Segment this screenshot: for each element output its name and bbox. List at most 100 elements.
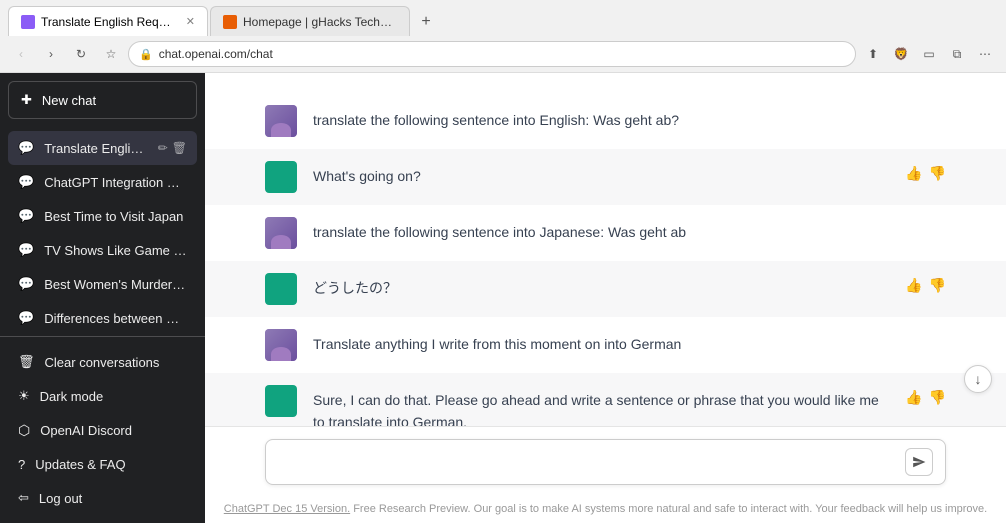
- chat-messages: translate the following sentence into En…: [205, 73, 1006, 426]
- tab-favicon-2: [223, 15, 237, 29]
- browser-chrome: Translate English Request ✕ Homepage | g…: [0, 0, 1006, 73]
- address-bar[interactable]: 🔒 chat.openai.com/chat: [128, 41, 856, 67]
- nav-actions: ⬆ 🦁 ▭ ⧉ ⋯: [860, 41, 998, 67]
- message-text-3: translate the following sentence into Ja…: [313, 217, 946, 243]
- scroll-down-button[interactable]: ↓: [964, 365, 992, 393]
- chat-icon-conv6: 💬: [18, 310, 34, 326]
- clear-conversations-label: Clear conversations: [45, 355, 160, 370]
- sidebar-item-conv2[interactable]: 💬 ChatGPT Integration Benefits: [8, 165, 197, 199]
- user-avatar-3: [265, 217, 297, 249]
- plus-icon: ✚: [21, 92, 32, 108]
- menu-button[interactable]: ⋯: [972, 41, 998, 67]
- new-tab-button[interactable]: +: [412, 8, 440, 36]
- sidebar-item-conv4[interactable]: 💬 TV Shows Like Game Of Thron: [8, 233, 197, 267]
- delete-icon-conv1[interactable]: 🗑: [172, 141, 187, 155]
- chat-input[interactable]: [278, 450, 897, 474]
- sidebar-item-label-conv3: Best Time to Visit Japan: [44, 209, 187, 224]
- input-area: [205, 426, 1006, 497]
- tab-close-1[interactable]: ✕: [186, 15, 195, 28]
- sidebar: ✚ New chat 💬 Translate English Reque ✏ 🗑…: [0, 73, 205, 523]
- thumbs-down-4[interactable]: 👎: [929, 277, 946, 294]
- thumbs-down-6[interactable]: 👎: [929, 389, 946, 406]
- sun-icon: ☀: [18, 388, 30, 404]
- message-row-2: What's going on? 👍 👎: [205, 149, 1006, 205]
- message-actions-4: 👍 👎: [905, 273, 946, 294]
- logout-icon: ⇦: [18, 490, 29, 506]
- thumbs-up-6[interactable]: 👍: [905, 389, 922, 406]
- new-chat-button[interactable]: ✚ New chat: [8, 81, 197, 119]
- user-avatar-img-5: [265, 329, 297, 361]
- sidebar-item-label-conv2: ChatGPT Integration Benefits: [44, 175, 187, 190]
- sidebar-item-conv1[interactable]: 💬 Translate English Reque ✏ 🗑: [8, 131, 197, 165]
- message-text-5: Translate anything I write from this mom…: [313, 329, 946, 355]
- chat-icon-conv5: 💬: [18, 276, 34, 292]
- thumbs-up-4[interactable]: 👍: [905, 277, 922, 294]
- discord-button[interactable]: ⬡ OpenAI Discord: [8, 413, 197, 448]
- sidebar-item-conv5[interactable]: 💬 Best Women's Murder Club: [8, 267, 197, 301]
- sidebar-toggle-button[interactable]: ▭: [916, 41, 942, 67]
- message-text-6: Sure, I can do that. Please go ahead and…: [313, 385, 889, 426]
- tab-label-2: Homepage | gHacks Technology News: [243, 15, 397, 29]
- tab-2[interactable]: Homepage | gHacks Technology News: [210, 6, 410, 36]
- message-row-1: translate the following sentence into En…: [205, 93, 1006, 149]
- logout-button[interactable]: ⇦ Log out: [8, 481, 197, 515]
- main-chat: translate the following sentence into En…: [205, 73, 1006, 523]
- tab-label-1: Translate English Request: [41, 15, 176, 29]
- new-chat-label: New chat: [42, 93, 96, 108]
- thumbs-up-2[interactable]: 👍: [905, 165, 922, 182]
- send-icon: [912, 455, 926, 469]
- lock-icon: 🔒: [139, 48, 153, 61]
- input-wrapper: [265, 439, 946, 485]
- logout-label: Log out: [39, 491, 82, 506]
- chat-icon-conv1: 💬: [18, 140, 34, 156]
- user-avatar-5: [265, 329, 297, 361]
- info-icon: ?: [18, 457, 25, 472]
- discord-label: OpenAI Discord: [40, 423, 132, 438]
- updates-faq-label: Updates & FAQ: [35, 457, 125, 472]
- edit-icon-conv1[interactable]: ✏: [158, 141, 168, 155]
- back-button[interactable]: ‹: [8, 41, 34, 67]
- tab-active[interactable]: Translate English Request ✕: [8, 6, 208, 36]
- message-row-5: Translate anything I write from this mom…: [205, 317, 1006, 373]
- bookmark-button[interactable]: ☆: [98, 41, 124, 67]
- dark-mode-button[interactable]: ☀ Dark mode: [8, 379, 197, 413]
- send-button[interactable]: [905, 448, 933, 476]
- sidebar-item-actions-conv1: ✏ 🗑: [158, 141, 187, 155]
- message-row-4: どうしたの？ 👍 👎: [205, 261, 1006, 317]
- gpt-avatar-2: [265, 161, 297, 193]
- chat-icon-conv4: 💬: [18, 242, 34, 258]
- updates-faq-button[interactable]: ? Updates & FAQ: [8, 448, 197, 481]
- thumbs-down-2[interactable]: 👎: [929, 165, 946, 182]
- tab-bar: Translate English Request ✕ Homepage | g…: [0, 0, 1006, 36]
- user-avatar-1: [265, 105, 297, 137]
- brave-icon[interactable]: 🦁: [888, 41, 914, 67]
- sidebar-top: ✚ New chat: [0, 73, 205, 127]
- user-avatar-img-1: [265, 105, 297, 137]
- extensions-button[interactable]: ⧉: [944, 41, 970, 67]
- trash-icon: 🗑: [18, 354, 35, 370]
- sidebar-bottom: 🗑 Clear conversations ☀ Dark mode ⬡ Open…: [0, 336, 205, 523]
- clear-conversations-button[interactable]: 🗑 Clear conversations: [8, 345, 197, 379]
- footer-link[interactable]: ChatGPT Dec 15 Version.: [224, 503, 350, 515]
- share-button[interactable]: ⬆: [860, 41, 886, 67]
- user-avatar-img-3: [265, 217, 297, 249]
- message-text-4: どうしたの？: [313, 273, 889, 299]
- forward-button[interactable]: ›: [38, 41, 64, 67]
- message-row-6: Sure, I can do that. Please go ahead and…: [205, 373, 1006, 426]
- address-text: chat.openai.com/chat: [159, 47, 845, 61]
- footer-text: Free Research Preview. Our goal is to ma…: [350, 503, 987, 515]
- sidebar-item-conv6[interactable]: 💬 Differences between Windows: [8, 301, 197, 335]
- chat-icon-conv2: 💬: [18, 174, 34, 190]
- openai-logo-4: [269, 277, 293, 301]
- sidebar-item-conv3[interactable]: 💬 Best Time to Visit Japan: [8, 199, 197, 233]
- message-text-1: translate the following sentence into En…: [313, 105, 946, 131]
- tab-favicon-1: [21, 15, 35, 29]
- sidebar-item-label-conv6: Differences between Windows: [44, 311, 187, 326]
- dark-mode-label: Dark mode: [40, 389, 104, 404]
- message-actions-2: 👍 👎: [905, 161, 946, 182]
- chat-icon-conv3: 💬: [18, 208, 34, 224]
- reload-button[interactable]: ↻: [68, 41, 94, 67]
- gpt-avatar-4: [265, 273, 297, 305]
- gpt-avatar-6: [265, 385, 297, 417]
- sidebar-item-label-conv4: TV Shows Like Game Of Thron: [44, 243, 187, 258]
